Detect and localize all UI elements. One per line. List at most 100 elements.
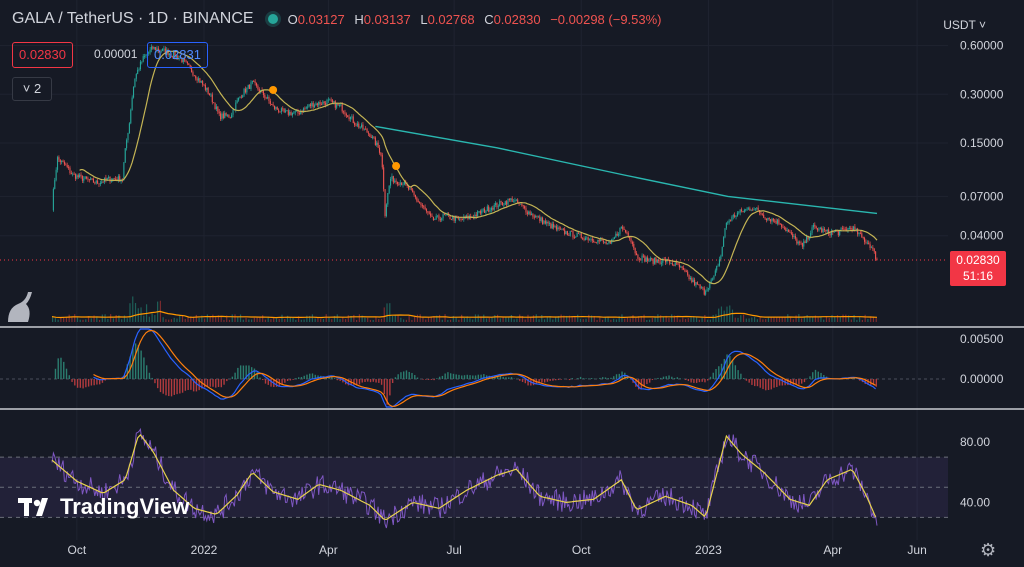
- volume-bar: [535, 314, 537, 322]
- macd-histogram-bar: [143, 357, 145, 379]
- volume-bar: [256, 317, 258, 322]
- candle-body: [326, 100, 328, 105]
- candle-body: [634, 248, 636, 254]
- candle-body: [77, 175, 79, 178]
- candle-body: [262, 90, 264, 95]
- candle-body: [594, 242, 596, 243]
- candle-body: [217, 106, 219, 112]
- macd-histogram-bar: [798, 379, 800, 385]
- volume-bar: [839, 316, 841, 322]
- candle-body: [526, 212, 528, 214]
- candle-body: [377, 142, 379, 148]
- candle-body: [308, 104, 310, 107]
- candle-body: [208, 93, 211, 96]
- volume-bar: [679, 319, 681, 322]
- candle-body: [803, 241, 805, 247]
- candle-body: [390, 178, 392, 186]
- candle-body: [365, 128, 367, 130]
- macd-histogram-bar: [660, 377, 662, 379]
- candle-body: [244, 88, 247, 93]
- macd-histogram-bar: [438, 376, 441, 379]
- candle-body: [674, 262, 676, 266]
- candle-body: [395, 180, 397, 182]
- volume-bar: [798, 314, 800, 322]
- volume-bar: [734, 317, 736, 322]
- candle-body: [859, 232, 861, 234]
- volume-bar: [264, 319, 267, 322]
- close-label: C: [484, 11, 494, 27]
- volume-bar: [695, 317, 698, 322]
- indicators-toggle-button[interactable]: ˅ 2: [12, 77, 52, 101]
- market-status-icon: [267, 14, 278, 24]
- volume-bar: [864, 314, 866, 322]
- candle-body: [776, 219, 779, 224]
- volume-bar: [104, 314, 106, 322]
- volume-bar: [778, 317, 781, 322]
- candle-body: [589, 239, 591, 241]
- candle-body: [543, 220, 545, 224]
- macd-histogram-bar: [762, 379, 764, 390]
- candle-body: [605, 241, 607, 245]
- volume-bar: [488, 317, 490, 322]
- volume-bar: [789, 317, 792, 322]
- candle-body: [504, 201, 506, 205]
- macd-histogram-bar: [411, 372, 413, 379]
- candle-body: [750, 209, 752, 211]
- macd-histogram-bar: [602, 377, 604, 379]
- volume-bar: [270, 319, 272, 322]
- candle-body: [564, 229, 566, 235]
- volume-bar: [154, 315, 156, 322]
- candle-body: [398, 184, 400, 185]
- candle-body: [572, 231, 574, 238]
- candle-body: [344, 112, 346, 115]
- candle-body: [649, 258, 651, 261]
- candle-body: [70, 173, 72, 174]
- candle-body: [280, 108, 282, 112]
- volume-bar: [792, 319, 794, 322]
- macd-histogram-bar: [508, 377, 510, 379]
- macd-histogram-bar: [311, 373, 314, 379]
- candle-body: [108, 176, 110, 179]
- candle-body: [331, 100, 334, 103]
- sell-price-button[interactable]: 0.02830: [12, 42, 73, 68]
- symbol-title[interactable]: GALA / TetherUS · 1D · BINANCE: [12, 10, 254, 28]
- volume-bar: [455, 317, 457, 322]
- candle-body: [579, 233, 581, 235]
- macd-histogram-bar: [673, 377, 676, 379]
- volume-bar: [461, 314, 463, 322]
- candle-body: [645, 257, 647, 262]
- candle-body: [352, 116, 354, 123]
- macd-histogram-bar: [71, 379, 73, 382]
- candle-body: [343, 111, 345, 113]
- candle-body: [692, 279, 694, 283]
- candle-body: [721, 246, 723, 257]
- macd-histogram-bar: [621, 371, 623, 379]
- candle-body: [593, 240, 595, 243]
- candle-body: [228, 114, 230, 118]
- candle-body: [206, 87, 208, 90]
- macd-histogram-bar: [709, 376, 712, 379]
- macd-histogram-bar: [449, 373, 452, 379]
- buy-price-button[interactable]: 0.02831: [147, 42, 208, 68]
- volume-bar: [176, 318, 178, 322]
- candle-body: [450, 219, 452, 220]
- macd-histogram-bar: [85, 379, 87, 388]
- candle-body: [264, 94, 266, 98]
- volume-bar: [425, 319, 427, 322]
- volume-bar: [754, 316, 756, 322]
- chart-settings-icon[interactable]: ⚙: [980, 540, 996, 561]
- currency-selector[interactable]: USDT ˅: [943, 18, 986, 32]
- candle-body: [425, 209, 428, 212]
- macd-histogram-bar: [751, 379, 753, 385]
- volume-bar: [320, 318, 322, 322]
- candle-body: [812, 224, 814, 228]
- candle-body: [410, 188, 412, 190]
- candle-body: [126, 140, 128, 149]
- price-chart[interactable]: 0.60000 0.30000 0.15000 0.07000 0.04000 0.005…: [0, 0, 1024, 567]
- candle-body: [638, 258, 640, 260]
- candle-body: [338, 105, 340, 106]
- macd-histogram-bar: [742, 378, 745, 379]
- candle-body: [553, 224, 555, 228]
- candle-body: [753, 209, 755, 211]
- candle-body: [207, 87, 209, 94]
